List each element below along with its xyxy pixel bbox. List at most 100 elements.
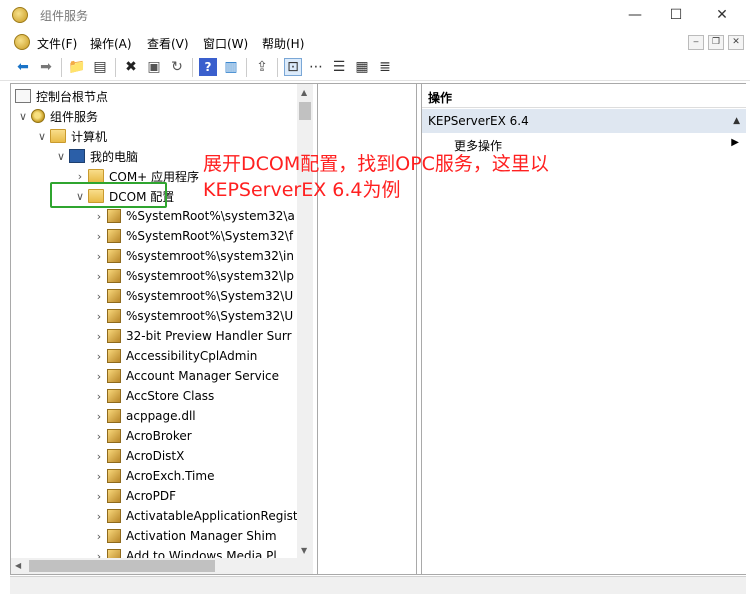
dcom-item[interactable]: › %SystemRoot%\system32\a [91,206,295,226]
dcom-item[interactable]: › Account Manager Service [91,366,279,386]
chevron-right-icon[interactable]: › [91,350,107,363]
dcom-item-label: AcroExch.Time [126,469,215,483]
dcom-item[interactable]: › AcroBroker [91,426,192,446]
actions-header: 操作 [422,84,746,108]
close-button[interactable]: ✕ [699,0,745,31]
chevron-right-icon[interactable]: › [91,230,107,243]
chevron-right-icon[interactable]: › [91,370,107,383]
chevron-down-icon[interactable]: ∨ [53,150,69,163]
annotation-text: 展开DCOM配置，找到OPC服务，这里以KEPServerEX 6.4为例 [203,153,549,201]
chevron-down-icon[interactable]: ∨ [34,130,50,143]
scroll-thumb[interactable] [299,102,311,120]
chevron-right-icon[interactable]: › [91,450,107,463]
properties-icon[interactable]: ▣ [145,58,163,76]
chevron-right-icon[interactable]: › [91,410,107,423]
mdi-close-icon[interactable]: ✕ [728,35,744,50]
back-icon[interactable]: ⬅ [14,58,32,76]
scroll-thumb[interactable] [29,560,215,572]
toolbar-separator [246,58,247,77]
window-bottom [0,594,750,603]
maximize-button[interactable]: ☐ [653,0,699,31]
dcom-item-label: 32-bit Preview Handler Surr [126,329,292,343]
chevron-right-icon[interactable]: › [91,330,107,343]
menu-bar: 文件(F) 操作(A) 查看(V) 窗口(W) 帮助(H) [0,31,750,53]
dcom-item-label: AcroBroker [126,429,192,443]
dcom-item[interactable]: › %systemroot%\System32\U [91,286,293,306]
chevron-right-icon[interactable]: › [91,210,107,223]
forward-icon[interactable]: ➡ [37,58,55,76]
com-component-icon [107,369,121,383]
menu-view[interactable]: 查看(V) [147,35,189,52]
chevron-right-icon[interactable]: › [91,290,107,303]
scroll-up-icon[interactable]: ▲ [301,88,307,97]
menu-window[interactable]: 窗口(W) [203,35,248,52]
chevron-right-icon[interactable]: › [91,490,107,503]
dcom-item[interactable]: › ActivatableApplicationRegist [91,506,298,526]
dcom-item-label: %systemroot%\system32\lp [126,269,294,283]
console-root-icon [15,89,31,103]
dcom-item[interactable]: › acppage.dll [91,406,196,426]
mdi-minimize-icon[interactable]: ‒ [688,35,704,50]
tree-horizontal-scrollbar[interactable]: ◀ [11,558,313,574]
dcom-item[interactable]: › %SystemRoot%\System32\f [91,226,293,246]
window-title: 组件服务 [40,9,89,23]
dcom-item[interactable]: › AcroExch.Time [91,466,214,486]
dcom-item[interactable]: › Add to Windows Media Pl [91,546,277,558]
chevron-right-icon[interactable]: › [72,170,88,183]
menu-help[interactable]: 帮助(H) [262,35,304,52]
mdi-restore-icon[interactable]: ❐ [708,35,724,50]
tree-node-label: 组件服务 [50,109,99,124]
dcom-item[interactable]: › 32-bit Preview Handler Surr [91,326,292,346]
scroll-left-icon[interactable]: ◀ [15,561,21,570]
tree-node-console-root[interactable]: 控制台根节点 [15,86,108,106]
small-icons-view-icon[interactable]: ⋯ [307,58,325,76]
chevron-down-icon[interactable]: ∨ [15,110,31,123]
tree-node-my-computer[interactable]: ∨ 我的电脑 [53,146,138,166]
chevron-right-icon[interactable]: › [91,390,107,403]
com-component-icon [107,489,121,503]
dcom-item[interactable]: › AccessibilityCplAdmin [91,346,257,366]
action-pane-icon[interactable]: ▥ [222,58,240,76]
chevron-right-icon[interactable]: › [91,510,107,523]
submenu-arrow-icon[interactable]: ▶ [731,137,739,148]
dcom-item[interactable]: › AccStore Class [91,386,214,406]
refresh-icon[interactable]: ↻ [168,58,186,76]
system-menu-icon[interactable] [14,34,30,50]
dcom-item-label: Account Manager Service [126,369,280,383]
collapse-icon[interactable]: ▲ [733,116,740,126]
com-component-icon [107,529,121,543]
dcom-item[interactable]: › %systemroot%\system32\in [91,246,294,266]
list-view-icon[interactable]: ☰ [330,58,348,76]
minimize-button[interactable]: — [612,0,658,31]
export-list-icon[interactable]: ⇪ [253,58,271,76]
chevron-right-icon[interactable]: › [91,470,107,483]
dcom-item[interactable]: › %systemroot%\System32\U [91,306,293,326]
com-component-icon [107,389,121,403]
status-bar [10,576,746,594]
delete-icon[interactable]: ✖ [122,58,140,76]
menu-action[interactable]: 操作(A) [90,35,132,52]
chevron-right-icon[interactable]: › [91,430,107,443]
dcom-item[interactable]: › Activation Manager Shim [91,526,277,546]
status-view-icon[interactable]: ≣ [376,58,394,76]
help-icon[interactable]: ? [199,58,217,76]
dcom-item[interactable]: › %systemroot%\system32\lp [91,266,294,286]
tree-node-computers[interactable]: ∨ 计算机 [34,126,107,146]
chevron-right-icon[interactable]: › [91,550,107,559]
component-services-icon [12,7,28,23]
menu-file[interactable]: 文件(F) [37,35,77,52]
dcom-item[interactable]: › AcroPDF [91,486,176,506]
dcom-item[interactable]: › AcroDistX [91,446,184,466]
dcom-item-label: %systemroot%\system32\in [126,249,294,263]
large-icons-view-icon[interactable]: ⊡ [284,58,302,76]
up-folder-icon[interactable]: 📁 [68,58,86,76]
chevron-right-icon[interactable]: › [91,310,107,323]
chevron-right-icon[interactable]: › [91,530,107,543]
detail-view-icon[interactable]: ▦ [353,58,371,76]
chevron-right-icon[interactable]: › [91,250,107,263]
scroll-down-icon[interactable]: ▼ [301,546,307,555]
chevron-right-icon[interactable]: › [91,270,107,283]
tree-node-component-services[interactable]: ∨ 组件服务 [15,106,98,126]
show-hide-tree-icon[interactable]: ▤ [91,58,109,76]
actions-section-kepserver[interactable]: KEPServerEX 6.4 ▲ [422,109,746,133]
